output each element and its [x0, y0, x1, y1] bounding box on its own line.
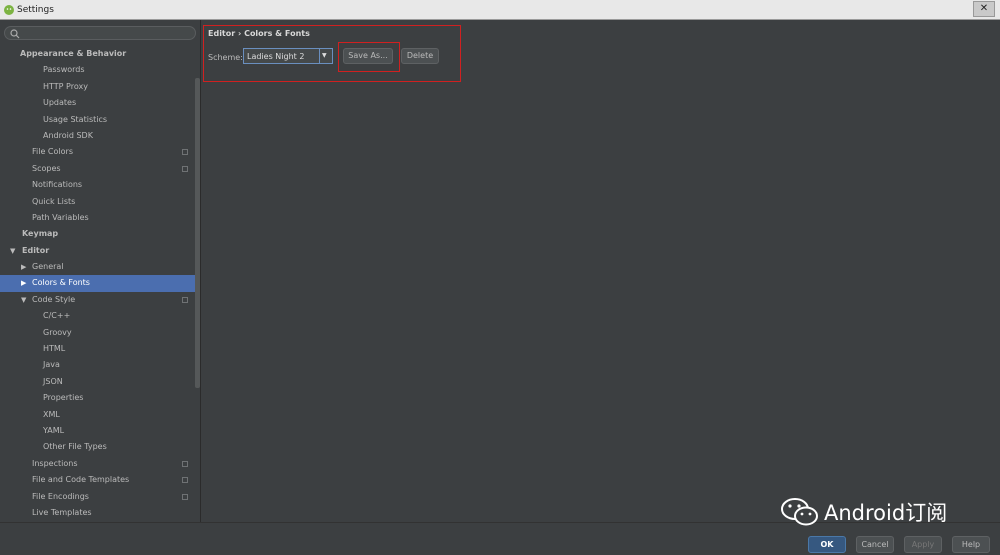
cancel-button[interactable]: Cancel — [856, 536, 894, 553]
sidebar-item-java[interactable]: Java — [0, 357, 200, 373]
sidebar-item-http-proxy[interactable]: HTTP Proxy — [0, 79, 200, 95]
scheme-select[interactable]: Ladies Night 2 ▼ — [243, 48, 333, 64]
project-config-icon — [182, 165, 188, 172]
sidebar-item-quick-lists[interactable]: Quick Lists — [0, 194, 200, 210]
sidebar-item-inspections[interactable]: Inspections — [0, 456, 200, 472]
sidebar-item-json[interactable]: JSON — [0, 374, 200, 390]
search-icon — [10, 29, 20, 39]
sidebar-item-general[interactable]: ▶ General — [0, 259, 200, 275]
sidebar-item-xml[interactable]: XML — [0, 407, 200, 423]
sidebar-item-code-style[interactable]: ▼ Code Style — [0, 292, 200, 308]
settings-tree: Appearance & Behavior Passwords HTTP Proxy… — [0, 46, 200, 521]
sidebar-item-label: Updates — [43, 98, 77, 108]
sidebar-item-label: File Encodings — [32, 491, 89, 501]
sidebar-item-label: Path Variables — [32, 212, 89, 222]
sidebar-item-properties[interactable]: Properties — [0, 390, 200, 406]
sidebar-item-file-and-code-templates[interactable]: File and Code Templates — [0, 472, 200, 488]
sidebar-item-other-file-types[interactable]: Other File Types — [0, 439, 200, 455]
sidebar-item-label: Other File Types — [43, 442, 107, 452]
sidebar-item-label: Code Style — [32, 294, 76, 304]
project-config-icon — [182, 296, 188, 303]
expand-arrow-right-icon[interactable]: ▶ — [21, 275, 26, 291]
sidebar-item-android-sdk[interactable]: Android SDK — [0, 128, 200, 144]
sidebar-item-label: JSON — [43, 376, 63, 386]
wechat-icon — [781, 498, 818, 526]
apply-button[interactable]: Apply — [904, 536, 942, 553]
title-bar: Settings ✕ — [0, 0, 1000, 20]
sidebar-item-label: HTML — [43, 344, 66, 354]
sidebar-item-label: HTTP Proxy — [43, 81, 88, 91]
sidebar-item-colors-fonts[interactable]: ▶ Colors & Fonts — [0, 275, 200, 292]
sidebar-item-html[interactable]: HTML — [0, 341, 200, 357]
sidebar-item-label: Java — [43, 360, 60, 370]
dropdown-arrow-icon[interactable]: ▼ — [319, 49, 332, 63]
settings-sidebar: Appearance & Behavior Passwords HTTP Proxy… — [0, 20, 201, 522]
sidebar-item-updates[interactable]: Updates — [0, 95, 200, 111]
project-config-icon — [182, 477, 188, 484]
sidebar-item-notifications[interactable]: Notifications — [0, 177, 200, 193]
sidebar-item-label: Passwords — [43, 65, 85, 75]
settings-content: Editor › Colors & Fonts Scheme: Ladies N… — [202, 20, 1000, 522]
project-config-icon — [182, 493, 188, 500]
android-studio-icon — [4, 5, 14, 15]
scheme-select-value: Ladies Night 2 — [247, 52, 305, 61]
sidebar-item-label: Appearance & Behavior — [20, 49, 127, 58]
sidebar-item-label: Quick Lists — [32, 196, 76, 206]
sidebar-item-usage-statistics[interactable]: Usage Statistics — [0, 112, 200, 128]
project-config-icon — [182, 149, 188, 156]
close-button[interactable]: ✕ — [973, 1, 995, 17]
sidebar-item-label: YAML — [43, 425, 65, 435]
window-title: Settings — [17, 5, 54, 15]
ok-button[interactable]: OK — [808, 536, 846, 553]
expand-arrow-right-icon[interactable]: ▶ — [21, 259, 26, 275]
sidebar-item-keymap[interactable]: Keymap — [0, 226, 200, 242]
sidebar-item-label: Editor — [22, 245, 50, 255]
delete-button[interactable]: Delete — [401, 48, 439, 64]
sidebar-item-passwords[interactable]: Passwords — [0, 62, 200, 78]
sidebar-item-label: Keymap — [22, 229, 59, 239]
sidebar-item-file-encodings[interactable]: File Encodings — [0, 489, 200, 505]
search-input[interactable] — [4, 26, 196, 40]
sidebar-item-label: Usage Statistics — [43, 114, 108, 124]
sidebar-item-label: File Colors — [32, 147, 73, 157]
sidebar-item-scopes[interactable]: Scopes — [0, 161, 200, 177]
sidebar-item-editor[interactable]: ▼ Editor — [0, 243, 200, 259]
expand-arrow-down-icon[interactable]: ▼ — [21, 292, 26, 308]
sidebar-item-groovy[interactable]: Groovy — [0, 325, 200, 341]
sidebar-item-c-c[interactable]: C/C++ — [0, 308, 200, 324]
save-as-button[interactable]: Save As... — [343, 48, 393, 64]
scheme-label: Scheme: — [208, 53, 243, 62]
watermark-text: Android订阅 — [824, 501, 948, 525]
sidebar-item-label: Scopes — [32, 163, 61, 173]
sidebar-item-path-variables[interactable]: Path Variables — [0, 210, 200, 226]
sidebar-item-label: Android SDK — [43, 130, 93, 140]
sidebar-item-label: Inspections — [32, 458, 78, 468]
sidebar-item-label: Properties — [43, 393, 84, 403]
expand-arrow-down-icon[interactable]: ▼ — [10, 243, 15, 259]
sidebar-item-label: Groovy — [43, 327, 72, 337]
project-config-icon — [182, 460, 188, 467]
sidebar-item-label: XML — [43, 409, 60, 419]
sidebar-item-label: Colors & Fonts — [32, 278, 90, 288]
sidebar-scrollbar[interactable] — [195, 78, 200, 388]
sidebar-item-appearance-behavior[interactable]: Appearance & Behavior — [0, 46, 200, 62]
sidebar-item-label: General — [32, 262, 64, 272]
sidebar-item-label: Notifications — [32, 180, 83, 190]
sidebar-item-label: Live Templates — [32, 507, 92, 517]
sidebar-item-live-templates[interactable]: Live Templates — [0, 505, 200, 521]
help-button[interactable]: Help — [952, 536, 990, 553]
sidebar-item-yaml[interactable]: YAML — [0, 423, 200, 439]
sidebar-item-label: C/C++ — [43, 311, 71, 321]
sidebar-item-file-colors[interactable]: File Colors — [0, 144, 200, 160]
sidebar-item-label: File and Code Templates — [32, 475, 130, 485]
